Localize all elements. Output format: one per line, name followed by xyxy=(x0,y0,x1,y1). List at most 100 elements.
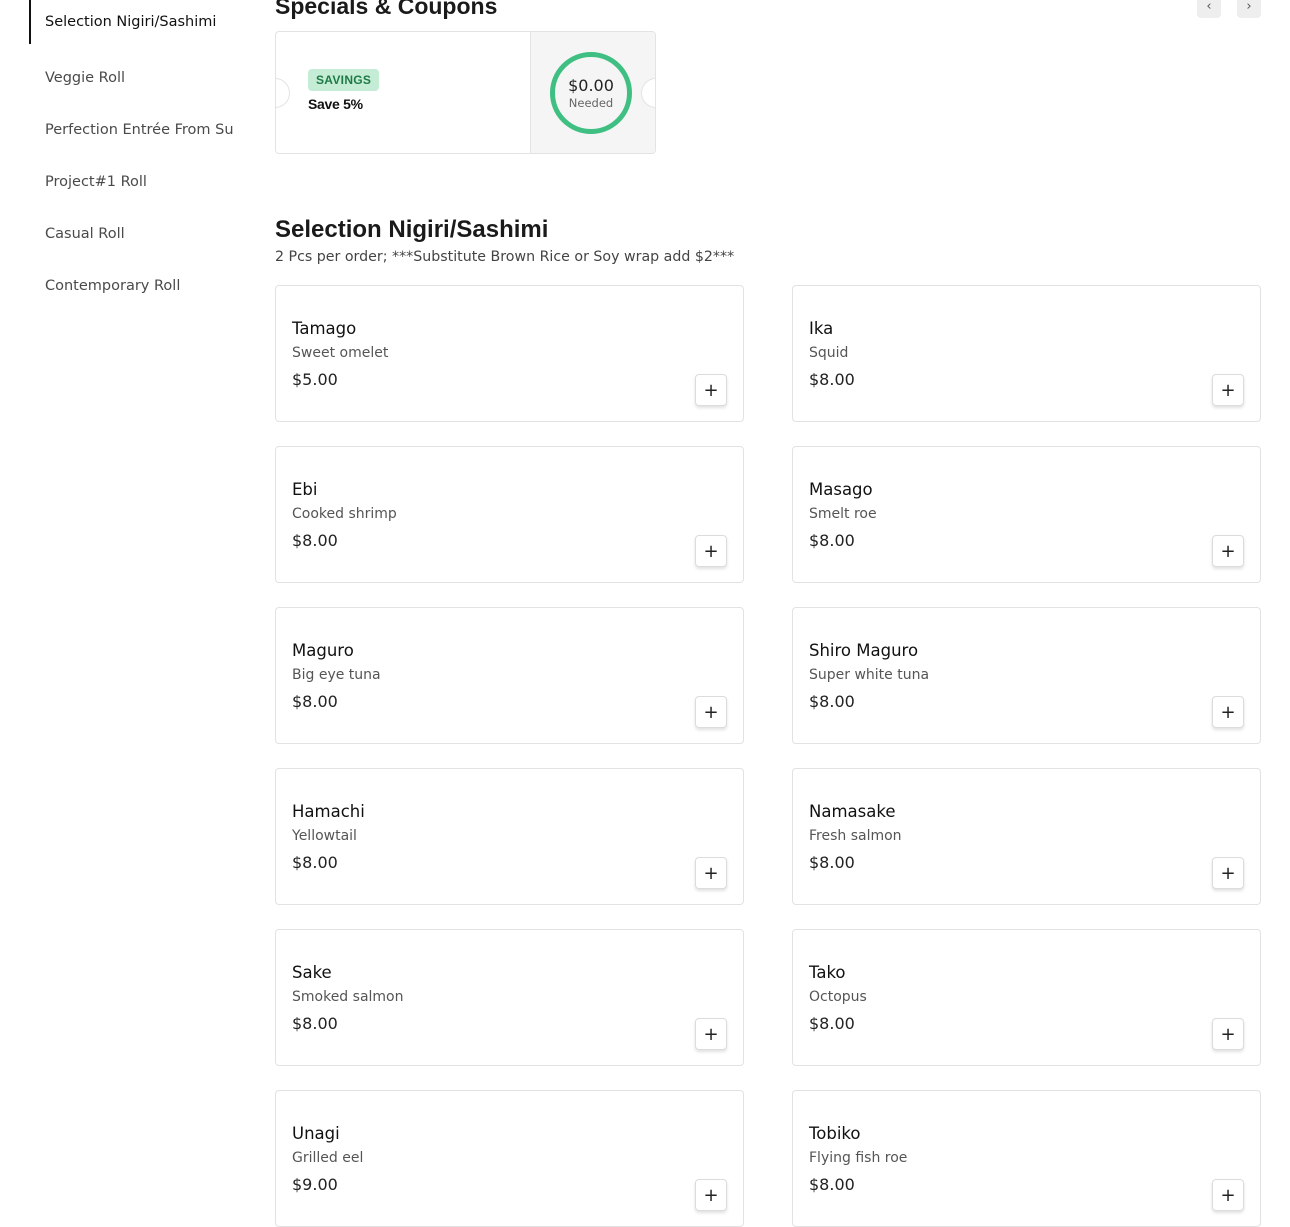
item-name: Hamachi xyxy=(292,802,365,821)
item-description: Yellowtail xyxy=(292,828,357,844)
item-description: Big eye tuna xyxy=(292,667,381,683)
item-price: $9.00 xyxy=(292,1175,338,1194)
add-item-button[interactable]: + xyxy=(695,535,727,567)
item-name: Masago xyxy=(809,480,873,499)
sidebar-item-contemporary-roll[interactable]: Contemporary Roll xyxy=(29,260,249,312)
menu-item-card[interactable]: Tamago Sweet omelet $5.00 + xyxy=(275,285,744,422)
menu-items-grid: Tamago Sweet omelet $5.00 + Ika Squid $8… xyxy=(275,285,1261,1227)
sidebar-item-label: Veggie Roll xyxy=(45,70,126,86)
section-title: Selection Nigiri/Sashimi xyxy=(275,216,549,243)
add-item-button[interactable]: + xyxy=(695,1018,727,1050)
menu-item-card[interactable]: Shiro Maguro Super white tuna $8.00 + xyxy=(792,607,1261,744)
item-name: Tobiko xyxy=(809,1124,861,1143)
item-description: Smoked salmon xyxy=(292,989,404,1005)
plus-icon: + xyxy=(1220,379,1236,401)
item-name: Sake xyxy=(292,963,332,982)
coupon-notch xyxy=(641,78,655,108)
item-description: Flying fish roe xyxy=(809,1150,908,1166)
item-description: Fresh salmon xyxy=(809,828,902,844)
item-name: Tako xyxy=(809,963,846,982)
item-name: Ika xyxy=(809,319,834,338)
sidebar-item-label: Selection Nigiri/Sashimi xyxy=(45,14,217,30)
plus-icon: + xyxy=(1220,1023,1236,1045)
section-description: 2 Pcs per order; ***Substitute Brown Ric… xyxy=(275,249,735,265)
plus-icon: + xyxy=(1220,701,1236,723)
add-item-button[interactable]: + xyxy=(1212,535,1244,567)
item-price: $8.00 xyxy=(809,370,855,389)
menu-item-card[interactable]: Hamachi Yellowtail $8.00 + xyxy=(275,768,744,905)
item-price: $8.00 xyxy=(809,531,855,550)
item-price: $5.00 xyxy=(292,370,338,389)
menu-item-card[interactable]: Namasake Fresh salmon $8.00 + xyxy=(792,768,1261,905)
sidebar-item-perfection-entree[interactable]: Perfection Entrée From Su xyxy=(29,104,249,156)
plus-icon: + xyxy=(703,862,719,884)
savings-badge: SAVINGS xyxy=(308,69,380,91)
item-description: Smelt roe xyxy=(809,506,877,522)
carousel-prev-button[interactable]: ‹ xyxy=(1197,0,1221,18)
item-name: Namasake xyxy=(809,802,896,821)
item-price: $8.00 xyxy=(292,853,338,872)
add-item-button[interactable]: + xyxy=(695,1179,727,1211)
item-price: $8.00 xyxy=(292,692,338,711)
item-description: Grilled eel xyxy=(292,1150,364,1166)
sidebar-item-casual-roll[interactable]: Casual Roll xyxy=(29,208,249,260)
menu-item-card[interactable]: Masago Smelt roe $8.00 + xyxy=(792,446,1261,583)
sidebar-item-veggie-roll[interactable]: Veggie Roll xyxy=(29,52,249,104)
item-name: Ebi xyxy=(292,480,318,499)
menu-item-card[interactable]: Sake Smoked salmon $8.00 + xyxy=(275,929,744,1066)
sidebar-item-label: Project#1 Roll xyxy=(45,174,147,190)
menu-item-card[interactable]: Ika Squid $8.00 + xyxy=(792,285,1261,422)
item-name: Tamago xyxy=(292,319,357,338)
coupon-card[interactable]: SAVINGS Save 5% $0.00 Needed xyxy=(275,31,656,154)
item-description: Super white tuna xyxy=(809,667,930,683)
menu-item-card[interactable]: Unagi Grilled eel $9.00 + xyxy=(275,1090,744,1227)
item-name: Maguro xyxy=(292,641,354,660)
sidebar-item-selection-nigiri-sashimi[interactable]: Selection Nigiri/Sashimi xyxy=(29,0,249,44)
menu-item-card[interactable]: Tobiko Flying fish roe $8.00 + xyxy=(792,1090,1261,1227)
add-item-button[interactable]: + xyxy=(695,696,727,728)
amount-needed-label: Needed xyxy=(568,95,614,110)
coupon-progress: $0.00 Needed xyxy=(531,32,655,153)
item-name: Unagi xyxy=(292,1124,340,1143)
category-sidebar: Selection Nigiri/Sashimi Veggie Roll Per… xyxy=(29,0,249,312)
item-name: Shiro Maguro xyxy=(809,641,919,660)
item-description: Octopus xyxy=(809,989,867,1005)
item-description: Squid xyxy=(809,345,849,361)
coupon-offer-text: Save 5% xyxy=(308,96,363,112)
item-price: $8.00 xyxy=(809,853,855,872)
menu-item-card[interactable]: Tako Octopus $8.00 + xyxy=(792,929,1261,1066)
item-description: Sweet omelet xyxy=(292,345,389,361)
specials-title: Specials & Coupons xyxy=(275,0,498,19)
item-price: $8.00 xyxy=(809,1175,855,1194)
progress-ring: $0.00 Needed xyxy=(550,51,632,134)
add-item-button[interactable]: + xyxy=(1212,696,1244,728)
plus-icon: + xyxy=(703,1023,719,1045)
item-price: $8.00 xyxy=(292,1014,338,1033)
sidebar-item-label: Contemporary Roll xyxy=(45,278,181,294)
sidebar-item-label: Perfection Entrée From Su xyxy=(45,122,234,138)
plus-icon: + xyxy=(1220,1184,1236,1206)
carousel-next-button[interactable]: › xyxy=(1237,0,1261,18)
add-item-button[interactable]: + xyxy=(695,857,727,889)
menu-item-card[interactable]: Ebi Cooked shrimp $8.00 + xyxy=(275,446,744,583)
menu-item-card[interactable]: Maguro Big eye tuna $8.00 + xyxy=(275,607,744,744)
item-price: $8.00 xyxy=(809,1014,855,1033)
plus-icon: + xyxy=(703,379,719,401)
add-item-button[interactable]: + xyxy=(1212,857,1244,889)
add-item-button[interactable]: + xyxy=(695,374,727,406)
plus-icon: + xyxy=(1220,540,1236,562)
add-item-button[interactable]: + xyxy=(1212,1179,1244,1211)
item-price: $8.00 xyxy=(809,692,855,711)
plus-icon: + xyxy=(1220,862,1236,884)
coupon-notch xyxy=(276,78,290,108)
amount-needed: $0.00 xyxy=(568,75,614,95)
add-item-button[interactable]: + xyxy=(1212,1018,1244,1050)
plus-icon: + xyxy=(703,540,719,562)
chevron-right-icon: › xyxy=(1246,0,1252,14)
coupon-details: SAVINGS Save 5% xyxy=(276,32,531,153)
add-item-button[interactable]: + xyxy=(1212,374,1244,406)
sidebar-item-project-1-roll[interactable]: Project#1 Roll xyxy=(29,156,249,208)
sidebar-item-label: Casual Roll xyxy=(45,226,125,242)
chevron-left-icon: ‹ xyxy=(1206,0,1212,14)
plus-icon: + xyxy=(703,1184,719,1206)
